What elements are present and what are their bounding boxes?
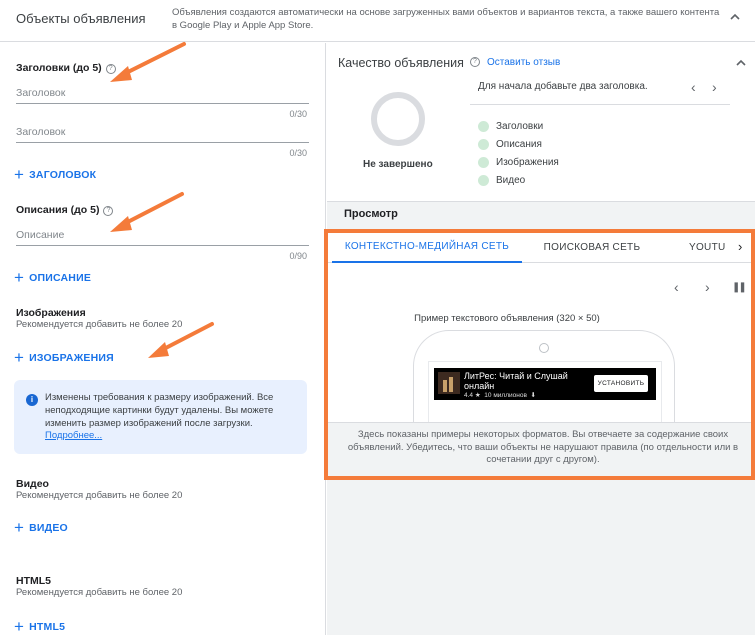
asset-header-description: Объявления создаются автоматически на ос…	[172, 7, 720, 31]
help-icon[interactable]: ?	[105, 64, 116, 74]
app-logo	[438, 372, 460, 394]
tab-youtube[interactable]: YOUTU	[689, 231, 733, 263]
chevron-right-icon[interactable]: ›	[738, 239, 742, 254]
preview-label: Просмотр	[344, 208, 398, 220]
help-icon[interactable]: ?	[470, 57, 480, 67]
asset-header: Объекты объявления Объявления создаются …	[0, 0, 755, 42]
preview-tabs: КОНТЕКСТНО-МЕДИЙНАЯ СЕТЬ ПОИСКОВАЯ СЕТЬ …	[327, 231, 755, 263]
checklist-item: Изображения	[478, 153, 559, 171]
headline-counter-1: 0/30	[289, 109, 307, 119]
divider	[470, 104, 730, 105]
help-icon[interactable]: ?	[103, 206, 114, 216]
html5-label: HTML5	[16, 575, 51, 587]
add-description-button[interactable]: + ОПИСАНИЕ	[14, 268, 91, 287]
headlines-label: Заголовки (до 5)?	[16, 62, 116, 74]
pause-icon[interactable]: ❚❚	[732, 282, 747, 293]
sample-ad-downloads: 10 миллионов	[484, 392, 527, 399]
video-hint: Рекомендуется добавить не более 20	[16, 490, 183, 501]
headline-input-2[interactable]	[16, 121, 309, 143]
info-icon: i	[26, 394, 38, 406]
preview-disclaimer: Здесь показаны примеры некоторых формато…	[327, 422, 755, 481]
chevron-right-icon[interactable]: ›	[705, 279, 710, 295]
headline-counter-2: 0/30	[289, 148, 307, 158]
plus-icon: +	[14, 348, 25, 367]
plus-icon: +	[14, 518, 25, 537]
checklist-item: Видео	[478, 171, 559, 189]
descriptions-label: Описания (до 5)?	[16, 204, 114, 216]
phone-mockup: ЛитРес: Читай и Слушай онлайн 4.4 ★ 10 м…	[413, 330, 675, 422]
feedback-link[interactable]: Оставить отзыв	[487, 57, 560, 68]
download-icon: ⬇	[530, 392, 536, 399]
preview-box: КОНТЕКСТНО-МЕДИЙНАЯ СЕТЬ ПОИСКОВАЯ СЕТЬ …	[327, 231, 755, 481]
plus-icon: +	[14, 617, 25, 635]
sample-ad-meta: 4.4 ★ 10 миллионов ⬇	[464, 391, 536, 399]
ad-preview-panel: Качество объявления ? Оставить отзыв Не …	[324, 43, 755, 635]
add-images-button[interactable]: + ИЗОБРАЖЕНИЯ	[14, 348, 114, 367]
chevron-right-icon[interactable]: ›	[712, 79, 717, 95]
phone-camera	[539, 343, 549, 353]
ad-strength-card: Качество объявления ? Оставить отзыв Не …	[327, 43, 755, 202]
checklist-item: Описания	[478, 135, 559, 153]
tab-search-network[interactable]: ПОИСКОВАЯ СЕТЬ	[532, 231, 652, 263]
add-video-button[interactable]: + ВИДЕО	[14, 518, 68, 537]
ad-strength-status: Не завершено	[363, 159, 433, 170]
images-label: Изображения	[16, 307, 86, 319]
status-dot-icon	[478, 120, 489, 132]
headline-input-1[interactable]	[16, 82, 309, 104]
ad-strength-title: Качество объявления	[338, 56, 464, 70]
chevron-up-icon[interactable]	[728, 10, 742, 24]
sample-ad-title: ЛитРес: Читай и Слушай онлайн	[464, 371, 568, 391]
learn-more-link[interactable]: Подробнее...	[45, 430, 102, 441]
install-button[interactable]: УСТАНОВИТЬ	[594, 375, 648, 392]
status-dot-icon	[478, 138, 489, 150]
image-size-notice: i Изменены требования к размеру изображе…	[14, 380, 307, 454]
checklist-item: Заголовки	[478, 117, 559, 135]
images-hint: Рекомендуется добавить не более 20	[16, 319, 183, 330]
sample-ad-label: Пример текстового объявления (320 × 50)	[414, 313, 600, 324]
tab-display-network[interactable]: КОНТЕКСТНО-МЕДИЙНАЯ СЕТЬ	[332, 231, 522, 263]
add-html5-button[interactable]: + HTML5	[14, 617, 65, 635]
chevron-left-icon[interactable]: ‹	[691, 79, 696, 95]
add-headline-button[interactable]: + ЗАГОЛОВОК	[14, 165, 96, 184]
status-dot-icon	[478, 174, 489, 186]
chevron-up-icon[interactable]	[735, 57, 747, 69]
asset-editor: Заголовки (до 5)? 0/30 0/30 +ЗАГОЛОВОК О…	[0, 43, 326, 635]
sample-ad-rating: 4.4 ★	[464, 392, 481, 399]
plus-icon: +	[14, 165, 25, 184]
ad-strength-checklist: Заголовки Описания Изображения Видео	[478, 117, 559, 189]
video-label: Видео	[16, 478, 49, 490]
asset-header-title: Объекты объявления	[16, 11, 146, 26]
description-input-1[interactable]	[16, 224, 309, 246]
description-counter-1: 0/90	[289, 251, 307, 261]
status-dot-icon	[478, 156, 489, 168]
ad-strength-message: Для начала добавьте два заголовка.	[478, 81, 648, 92]
ad-strength-ring	[371, 92, 425, 146]
sample-ad-banner: ЛитРес: Читай и Слушай онлайн 4.4 ★ 10 м…	[434, 368, 656, 400]
html5-hint: Рекомендуется добавить не более 20	[16, 587, 183, 598]
image-size-notice-text: Изменены требования к размеру изображени…	[45, 392, 274, 429]
plus-icon: +	[14, 268, 25, 287]
chevron-left-icon[interactable]: ‹	[674, 279, 679, 295]
